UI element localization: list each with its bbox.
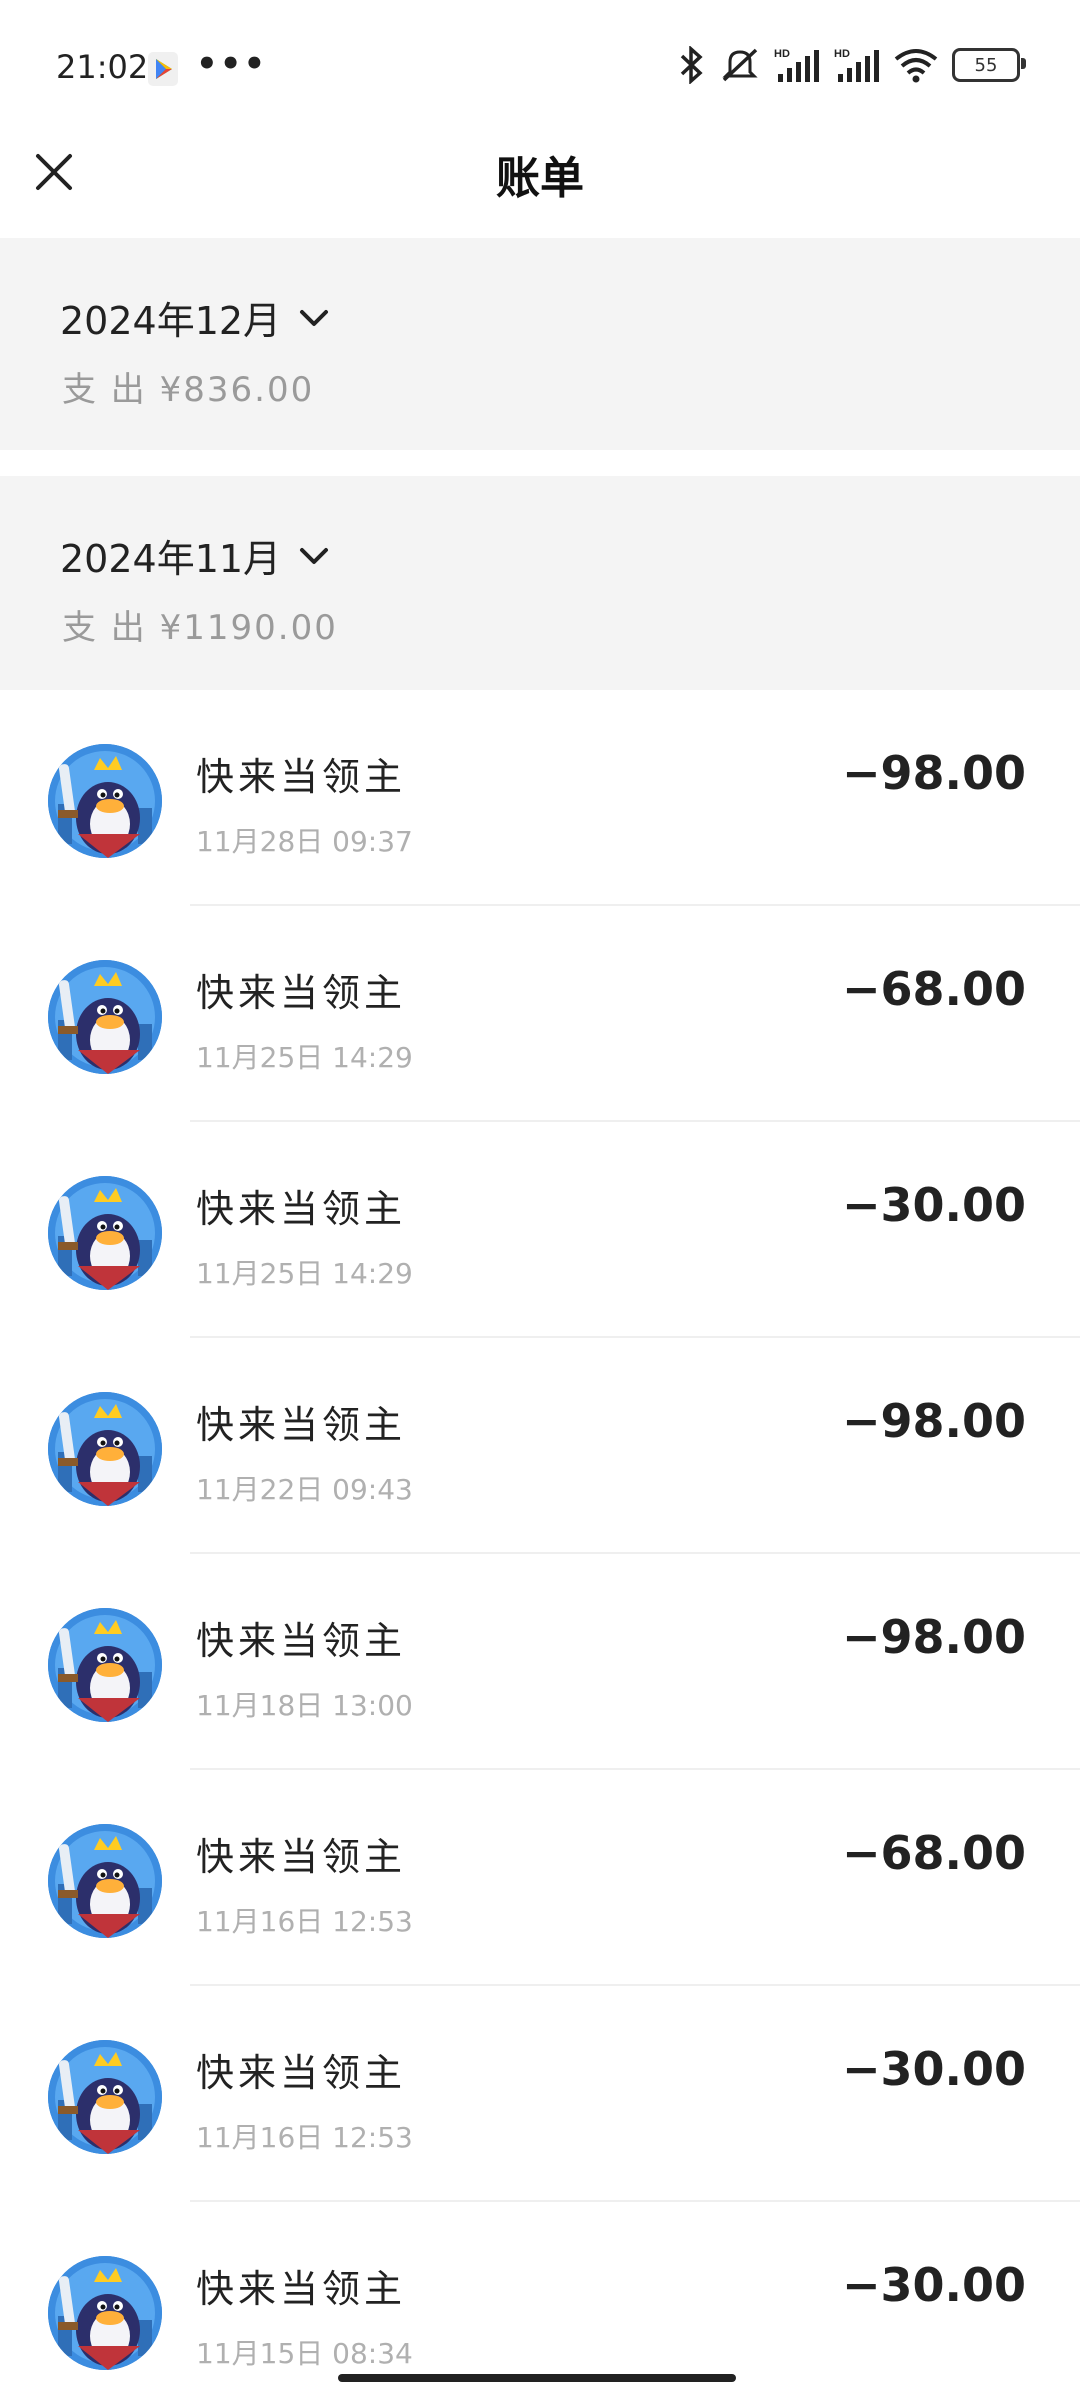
app-avatar (48, 960, 162, 1074)
page-title: 账单 (496, 153, 584, 204)
penguin-lord-avatar-icon (48, 1392, 162, 1506)
chevron-down-icon (300, 309, 329, 326)
transaction-row[interactable]: 快来当领主 11月25日 14:29 −30.00 (0, 1122, 1080, 1338)
penguin-lord-avatar-icon (48, 1608, 162, 1722)
more-notifications-icon: ••• (196, 44, 268, 84)
app-avatar (48, 2040, 162, 2154)
transaction-row[interactable]: 快来当领主 11月25日 14:29 −68.00 (0, 906, 1080, 1122)
transaction-row[interactable]: 快来当领主 11月18日 13:00 −98.00 (0, 1554, 1080, 1770)
month-section-dec: 2024年12月 支 出 ¥836.00 (0, 238, 1080, 450)
transaction-row[interactable]: 快来当领主 11月15日 08:34 −30.00 (0, 2202, 1080, 2398)
month-expense-summary: 支 出 ¥836.00 (62, 370, 315, 410)
merchant-name: 快来当领主 (196, 2051, 407, 2095)
app-avatar (48, 1392, 162, 1506)
transaction-amount: −98.00 (841, 1610, 1026, 1664)
signal-hd-1-icon: HD (774, 48, 819, 82)
transaction-time: 11月18日 13:00 (196, 1689, 413, 1722)
status-icons: HD HD 55 (676, 46, 1026, 84)
transaction-row[interactable]: 快来当领主 11月28日 09:37 −98.00 (0, 690, 1080, 906)
month-section-nov: 2024年11月 支 出 ¥1190.00 (0, 476, 1080, 690)
month-selector[interactable]: 2024年11月 (60, 528, 329, 583)
transaction-time: 11月28日 09:37 (196, 825, 413, 858)
transaction-amount: −68.00 (841, 1826, 1026, 1880)
penguin-lord-avatar-icon (48, 960, 162, 1074)
month-label: 2024年12月 (60, 299, 282, 343)
chevron-down-icon (300, 547, 329, 564)
svg-text:HD: HD (834, 48, 850, 60)
merchant-name: 快来当领主 (196, 2267, 407, 2311)
battery-icon: 55 (952, 48, 1026, 82)
merchant-name: 快来当领主 (196, 755, 407, 799)
penguin-lord-avatar-icon (48, 2256, 162, 2370)
penguin-lord-avatar-icon (48, 744, 162, 858)
transaction-amount: −30.00 (841, 1178, 1026, 1232)
app-avatar (48, 1608, 162, 1722)
transaction-time: 11月16日 12:53 (196, 2121, 413, 2154)
transaction-amount: −98.00 (841, 1394, 1026, 1448)
app-avatar (48, 1824, 162, 1938)
home-indicator[interactable] (338, 2374, 736, 2382)
play-store-icon (148, 52, 178, 86)
transaction-amount: −30.00 (841, 2258, 1026, 2312)
merchant-name: 快来当领主 (196, 971, 407, 1015)
transaction-row[interactable]: 快来当领主 11月22日 09:43 −98.00 (0, 1338, 1080, 1554)
status-bar: 21:02 ••• HD HD 55 (0, 0, 1080, 140)
penguin-lord-avatar-icon (48, 1824, 162, 1938)
month-expense-summary: 支 出 ¥1190.00 (62, 608, 338, 648)
merchant-name: 快来当领主 (196, 1619, 407, 1663)
transaction-amount: −68.00 (841, 962, 1026, 1016)
penguin-lord-avatar-icon (48, 1176, 162, 1290)
app-avatar (48, 2256, 162, 2370)
signal-hd-2-icon: HD (834, 48, 879, 82)
transaction-time: 11月25日 14:29 (196, 1041, 413, 1074)
mute-icon (722, 48, 758, 82)
transaction-time: 11月25日 14:29 (196, 1257, 413, 1290)
merchant-name: 快来当领主 (196, 1403, 407, 1447)
transaction-amount: −30.00 (841, 2042, 1026, 2096)
transaction-amount: −98.00 (841, 746, 1026, 800)
transaction-time: 11月16日 12:53 (196, 1905, 413, 1938)
transaction-row[interactable]: 快来当领主 11月16日 12:53 −30.00 (0, 1986, 1080, 2202)
penguin-lord-avatar-icon (48, 2040, 162, 2154)
wifi-icon (894, 49, 938, 83)
app-avatar (48, 1176, 162, 1290)
merchant-name: 快来当领主 (196, 1187, 407, 1231)
bluetooth-icon (680, 46, 703, 84)
month-selector[interactable]: 2024年12月 (60, 290, 329, 345)
transaction-time: 11月15日 08:34 (196, 2337, 413, 2370)
transaction-row[interactable]: 快来当领主 11月16日 12:53 −68.00 (0, 1770, 1080, 1986)
transaction-time: 11月22日 09:43 (196, 1473, 413, 1506)
merchant-name: 快来当领主 (196, 1835, 407, 1879)
svg-text:HD: HD (774, 48, 790, 60)
app-avatar (48, 744, 162, 858)
status-time: 21:02 (56, 48, 149, 86)
month-label: 2024年11月 (60, 537, 282, 581)
